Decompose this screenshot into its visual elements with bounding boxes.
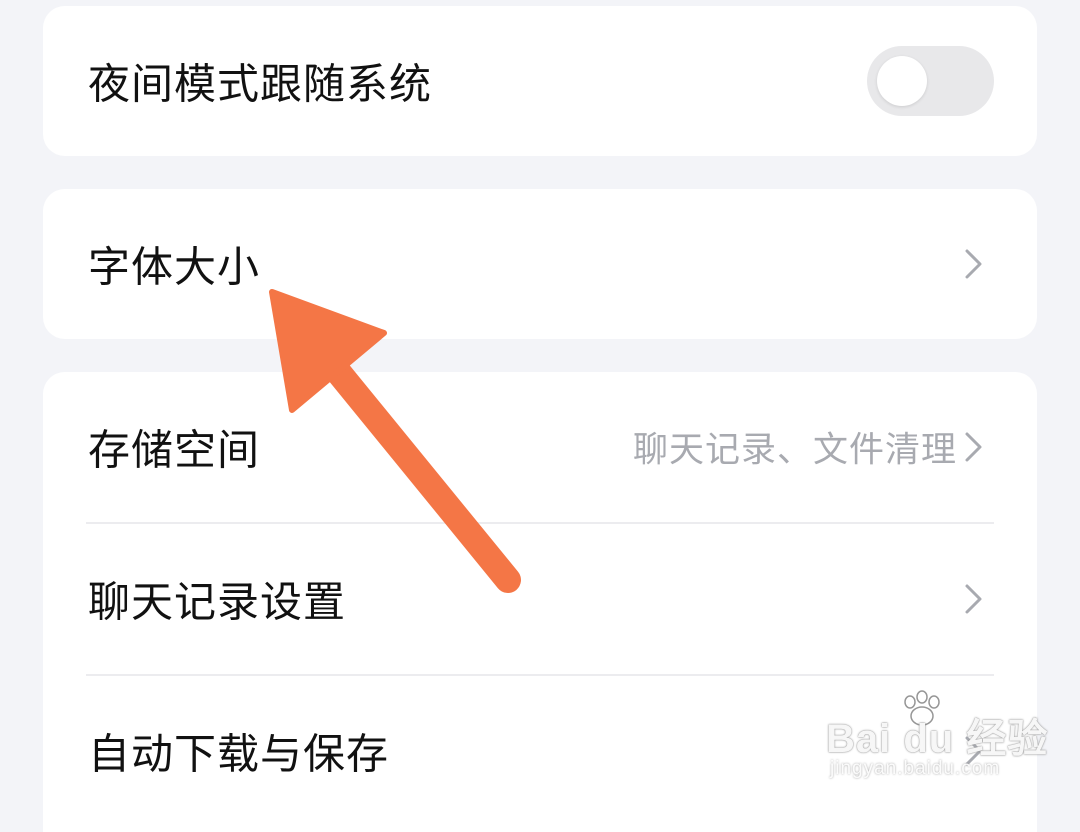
night-mode-card: 夜间模式跟随系统	[43, 6, 1037, 156]
font-size-row[interactable]: 字体大小	[43, 189, 1037, 339]
storage-label: 存储空间	[88, 425, 261, 475]
auto-download-row[interactable]: 自动下载与保存	[43, 676, 1037, 826]
chevron-right-icon	[965, 249, 982, 279]
chat-history-label: 聊天记录设置	[88, 577, 347, 627]
chevron-right-icon	[965, 584, 982, 614]
chevron-right-icon	[965, 432, 982, 462]
storage-row[interactable]: 存储空间 聊天记录、文件清理	[43, 372, 1037, 522]
font-size-card: 字体大小	[43, 189, 1037, 339]
font-size-label: 字体大小	[88, 242, 261, 292]
auto-download-label: 自动下载与保存	[88, 729, 390, 779]
storage-value: 聊天记录、文件清理	[632, 430, 957, 471]
toggle-knob	[877, 56, 927, 106]
night-mode-row[interactable]: 夜间模式跟随系统	[43, 6, 1037, 156]
chevron-right-icon	[965, 736, 982, 766]
storage-card: 存储空间 聊天记录、文件清理 聊天记录设置 自动下载与保存	[43, 372, 1037, 832]
chat-history-row[interactable]: 聊天记录设置	[43, 524, 1037, 674]
night-mode-label: 夜间模式跟随系统	[88, 59, 433, 109]
night-mode-toggle[interactable]	[867, 46, 994, 116]
